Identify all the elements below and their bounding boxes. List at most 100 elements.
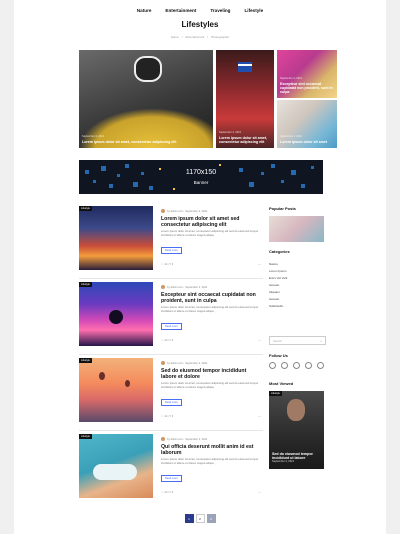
popular-post-image[interactable] [269, 216, 324, 242]
likes-count: 14 [164, 262, 168, 266]
pinterest-icon[interactable] [305, 362, 312, 369]
follow-us-title: Follow Us [269, 353, 288, 358]
main-nav: Nature Entertainment Traveling Lifestyle [14, 8, 386, 13]
hero-mid-date: September 4, 2021 [219, 130, 242, 134]
share-icon[interactable]: ⋯ [258, 414, 261, 418]
comment-icon[interactable]: ▭ [168, 262, 171, 266]
comment-icon[interactable]: ▭ [168, 338, 171, 342]
youtube-icon[interactable] [317, 362, 324, 369]
nav-item-nature[interactable]: Nature [137, 8, 152, 13]
banner-size: 1170x150 [185, 169, 217, 176]
comments-count: 3 [171, 490, 174, 494]
author-avatar [161, 285, 165, 289]
ad-banner[interactable]: 1170x150 Banner [79, 160, 323, 194]
post-badge: Lifestyle [79, 206, 92, 211]
read-more-button[interactable]: Read more [161, 322, 182, 330]
post-author[interactable]: by Admin.com [167, 362, 183, 365]
likes-count: 14 [164, 338, 168, 342]
banner-label: Banner [193, 180, 209, 185]
category-link[interactable]: Aliquam [269, 290, 324, 294]
likes-count: 14 [164, 490, 168, 494]
search-placeholder: Search [273, 338, 282, 343]
hero-mid-tile[interactable]: September 4, 2021 Lorem ipsum dolor sit … [216, 50, 274, 148]
post-date: September 4, 2021 [185, 209, 208, 213]
hero-top-right-date: September 4, 2021 [280, 76, 303, 80]
post-author[interactable]: by Admin.com [167, 438, 183, 441]
post-title[interactable]: Excepteur sint occaecat cupidatat non pr… [161, 292, 261, 304]
hero-bottom-right-title[interactable]: Lorem ipsum dolor sit amet [280, 140, 334, 144]
most-viewed-post-title[interactable]: Sed do eiusmod tempor incididunt ut labo… [272, 452, 321, 460]
hero-top-right-title[interactable]: Excepteur sint occaecat cupidatat non pr… [280, 82, 334, 94]
post-title[interactable]: Qui officia deserunt mollit anim id est … [161, 444, 261, 456]
comment-icon[interactable]: ▭ [168, 414, 171, 418]
page: Nature Entertainment Traveling Lifestyle… [14, 0, 386, 534]
post-date: September 4, 2021 [185, 361, 208, 365]
page-1-button[interactable]: 1 [184, 514, 194, 523]
post-title[interactable]: Lorem ipsum dolor sit amet sed consectet… [161, 216, 261, 228]
pagination: 1 2 3 [14, 514, 386, 523]
post-author[interactable]: by Admin.com [167, 286, 183, 289]
author-avatar [161, 209, 165, 213]
share-icon[interactable]: ⋯ [258, 490, 261, 494]
banner-pattern [85, 164, 314, 190]
breadcrumb-current: Photographer [211, 35, 230, 39]
post-image[interactable]: Lifestyle [79, 434, 153, 498]
hero-bottom-right-tile[interactable]: September 4, 2021 Lorem ipsum dolor sit … [277, 100, 337, 148]
twitter-icon[interactable] [281, 362, 288, 369]
instagram-icon[interactable] [293, 362, 300, 369]
page-3-button[interactable]: 3 [206, 514, 216, 523]
sidebar-popular: Popular Posts [269, 206, 324, 242]
post-title[interactable]: Sed do eiusmod tempor incididunt labore … [161, 368, 261, 380]
nav-item-entertainment[interactable]: Entertainment [165, 8, 196, 13]
read-more-button[interactable]: Read more [161, 246, 182, 254]
most-viewed-card[interactable]: Lifestyle Sed do eiusmod tempor incididu… [269, 391, 324, 469]
category-link[interactable]: Aenean [269, 283, 324, 287]
hero-bottom-right-date: September 4, 2021 [280, 134, 303, 138]
likes-count: 14 [164, 414, 168, 418]
post-badge: Lifestyle [79, 358, 92, 363]
author-avatar [161, 361, 165, 365]
most-viewed-title: Most Viewed [269, 381, 294, 386]
most-viewed-date: September 4, 2021 [272, 460, 295, 464]
breadcrumb: Home / Entertainment / Photographer [170, 35, 230, 39]
nav-item-traveling[interactable]: Traveling [210, 8, 230, 13]
nav-item-lifestyle[interactable]: Lifestyle [244, 8, 263, 13]
post-card: Lifestyle by Admin.com September 4, 2021 … [79, 206, 263, 279]
hero-main-date: September 4, 2021 [82, 134, 105, 138]
page-2-button[interactable]: 2 [195, 514, 205, 523]
hero-mid-title[interactable]: Lorem ipsum dolor sit amet, consectetur … [219, 136, 271, 144]
category-link[interactable]: Nature [269, 262, 324, 266]
divider [79, 430, 263, 431]
share-icon[interactable]: ⋯ [258, 338, 261, 342]
post-image[interactable]: Lifestyle [79, 282, 153, 346]
post-date: September 4, 2021 [185, 285, 208, 289]
facebook-icon[interactable] [269, 362, 276, 369]
category-link[interactable]: Sollicitudin [269, 304, 324, 308]
search-input[interactable]: Search ⌕ [269, 336, 326, 345]
post-image[interactable]: Lifestyle [79, 206, 153, 270]
post-excerpt: Lorem ipsum dolor sit amet, consectetur … [161, 229, 259, 238]
post-image[interactable]: Lifestyle [79, 358, 153, 422]
post-excerpt: Lorem ipsum dolor sit amet, consectetur … [161, 381, 259, 390]
search-icon[interactable]: ⌕ [320, 339, 322, 343]
comment-icon[interactable]: ▭ [168, 490, 171, 494]
hero-top-right-tile[interactable]: September 4, 2021 Excepteur sint occaeca… [277, 50, 337, 98]
comments-count: 3 [171, 338, 174, 342]
comments-count: 3 [171, 262, 174, 266]
hero-main-title[interactable]: Lorem ipsum dolor sit amet, consectetur … [82, 140, 210, 144]
category-link[interactable]: Enim Vel Velit [269, 276, 324, 280]
post-excerpt: Lorem ipsum dolor sit amet, consectetur … [161, 305, 259, 314]
read-more-button[interactable]: Read more [161, 398, 182, 406]
breadcrumb-home[interactable]: Home [171, 35, 179, 39]
category-link[interactable]: Lorem Ipsum [269, 269, 324, 273]
hero-main-tile[interactable]: September 4, 2021 Lorem ipsum dolor sit … [79, 50, 213, 148]
category-link[interactable]: Aenean [269, 297, 324, 301]
breadcrumb-entertainment[interactable]: Entertainment [186, 35, 205, 39]
read-more-button[interactable]: Read more [161, 474, 182, 482]
divider [79, 278, 263, 279]
post-author[interactable]: by Admin.com [167, 210, 183, 213]
most-viewed-badge: Lifestyle [269, 391, 282, 396]
categories-title: Categories [269, 249, 290, 254]
share-icon[interactable]: ⋯ [258, 262, 261, 266]
post-card: Lifestyle by Admin.com September 4, 2021 … [79, 434, 263, 507]
